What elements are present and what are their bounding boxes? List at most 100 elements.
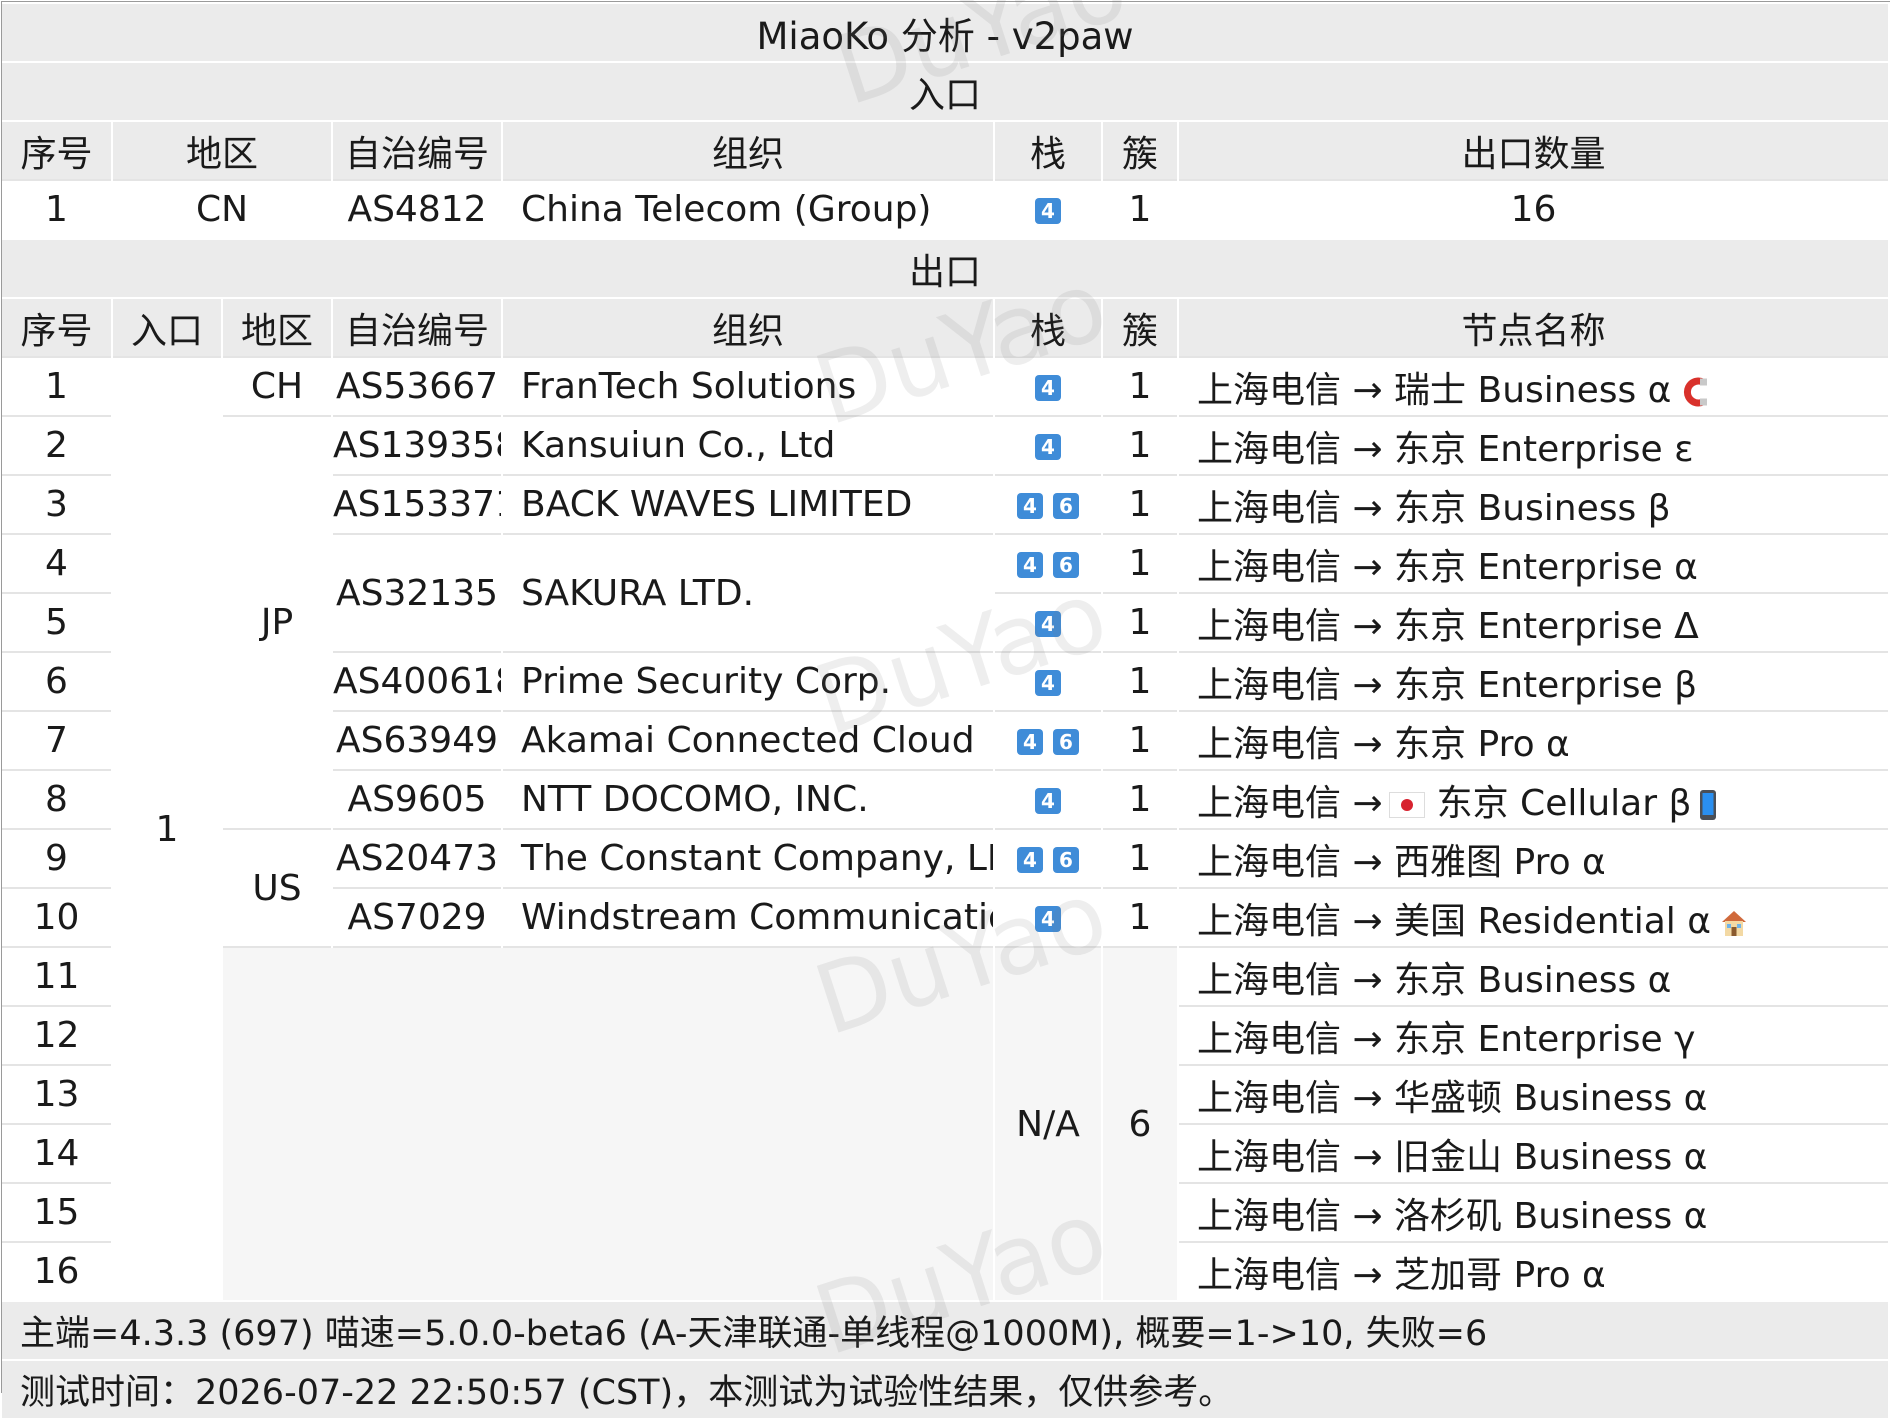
exit-node: 上海电信 → 华盛顿 Business α [1178, 1064, 1891, 1124]
exit-idx: 13 [2, 1064, 113, 1124]
exit-header-stack: 栈 [994, 297, 1103, 357]
exit-idx: 5 [2, 592, 113, 652]
exit-cluster: 1 [1102, 356, 1179, 416]
exit-header-idx: 序号 [2, 297, 113, 357]
entry-header-idx: 序号 [2, 120, 113, 180]
page-title: MiaoKo 分析 - v2paw [2, 2, 1891, 62]
exit-header-region: 地区 [222, 297, 333, 357]
exit-asn: AS7029 [332, 887, 503, 947]
ipv4-badge: 4 [1017, 729, 1043, 755]
exit-header-entry: 入口 [112, 297, 223, 357]
exit-org: BACK WAVES LIMITED [502, 474, 995, 534]
ipv4-badge: 4 [1035, 788, 1061, 814]
exit-org: Kansuiun Co., Ltd [502, 415, 995, 475]
exit-idx: 8 [2, 769, 113, 829]
exit-stack: 46 [994, 828, 1103, 888]
ipv4-badge: 4 [1035, 670, 1061, 696]
entry-header-org: 组织 [502, 120, 995, 180]
entry-region: CN [112, 179, 333, 239]
magnet-icon [1684, 377, 1708, 406]
ip-stack-badges: 46 [1017, 552, 1079, 578]
exit-node: 上海电信 → 洛杉矶 Business α [1178, 1182, 1891, 1242]
ip-stack-badges: 4 [1035, 198, 1061, 224]
exit-asn: AS63949 [332, 710, 503, 770]
entry-header-exit-count: 出口数量 [1178, 120, 1891, 180]
entry-org: China Telecom (Group) [502, 179, 995, 239]
exit-cluster: 1 [1102, 415, 1179, 475]
exit-row: 2 JP AS139358 Kansuiun Co., Ltd 4 1 上海电信… [2, 415, 1891, 829]
ipv4-badge: 4 [1017, 847, 1043, 873]
exit-org: Windstream Communications LLC [502, 887, 995, 947]
exit-asn: AS32135 [332, 533, 503, 652]
entry-cluster: 1 [1102, 179, 1179, 239]
exit-stack: 46 [994, 533, 1103, 593]
mobile-phone-icon [1700, 789, 1717, 820]
exit-stack: 4 [994, 887, 1103, 947]
ipv4-badge: 4 [1035, 611, 1061, 637]
japan-flag-icon [1388, 791, 1425, 818]
ipv6-badge: 6 [1053, 552, 1079, 578]
entry-section-title: 入口 [2, 61, 1891, 121]
exit-region-ch: CH [222, 356, 333, 416]
exit-row: 11 N/A 6 上海电信 → 东京 Business α [2, 946, 1891, 1301]
ip-stack-badges: 4 [1035, 611, 1061, 637]
ipv4-badge: 4 [1017, 552, 1043, 578]
exit-stack: 4 [994, 415, 1103, 475]
exit-region-us: US [222, 828, 333, 947]
failed-stack: N/A [994, 946, 1103, 1301]
exit-node: 上海电信 → 东京 Enterprise Δ [1178, 592, 1891, 652]
report-table: MiaoKo 分析 - v2paw 入口 序号 地区 自治编号 组织 栈 簇 出… [1, 0, 1891, 1418]
entry-header-stack: 栈 [994, 120, 1103, 180]
ip-stack-badges: 4 [1035, 788, 1061, 814]
exit-node: 上海电信 → 东京 Enterprise α [1178, 533, 1891, 593]
exit-row: 9 US AS20473 The Constant Company, LLC 4… [2, 828, 1891, 947]
exit-stack: 4 [994, 356, 1103, 416]
exit-stack: 4 [994, 592, 1103, 652]
ip-stack-badges: 4 [1035, 906, 1061, 932]
entry-exit-count: 16 [1178, 179, 1891, 239]
exit-node: 上海电信 → 东京 Enterprise β [1178, 651, 1891, 711]
exit-cluster: 1 [1102, 769, 1179, 829]
exit-org: FranTech Solutions [502, 356, 995, 416]
ipv6-badge: 6 [1053, 729, 1079, 755]
exit-cluster: 1 [1102, 592, 1179, 652]
exit-node: 上海电信 → 东京 Cellular β [1178, 769, 1891, 829]
exit-header-org: 组织 [502, 297, 995, 357]
entry-header-asn: 自治编号 [332, 120, 503, 180]
entry-header-cluster: 簇 [1102, 120, 1179, 180]
failed-blank-cell [222, 946, 995, 1301]
ip-stack-badges: 4 [1035, 375, 1061, 401]
exit-entry: 1 [112, 356, 223, 1301]
ipv4-badge: 4 [1035, 198, 1061, 224]
exit-node: 上海电信 → 东京 Enterprise γ [1178, 1005, 1891, 1065]
exit-node: 上海电信 → 东京 Business α [1178, 946, 1891, 1006]
exit-node: 上海电信 → 东京 Pro α [1178, 710, 1891, 770]
exit-org: Prime Security Corp. [502, 651, 995, 711]
failed-cluster: 6 [1102, 946, 1179, 1301]
ipv4-badge: 4 [1017, 493, 1043, 519]
node-name: 上海电信 → 瑞士 Business α [1197, 369, 1672, 411]
exit-header-cluster: 簇 [1102, 297, 1179, 357]
exit-idx: 15 [2, 1182, 113, 1242]
ip-stack-badges: 4 [1035, 670, 1061, 696]
exit-idx: 7 [2, 710, 113, 770]
exit-idx: 16 [2, 1241, 113, 1301]
exit-asn: AS20473 [332, 828, 503, 888]
exit-cluster: 1 [1102, 887, 1179, 947]
ipv4-badge: 4 [1035, 434, 1061, 460]
entry-asn: AS4812 [332, 179, 503, 239]
ip-stack-badges: 46 [1017, 729, 1079, 755]
exit-row: 1 1 CH AS53667 FranTech Solutions 4 1 上海… [2, 356, 1891, 1301]
footer-test-time: 测试时间：2026-07-22 22:50:57 (CST)，本测试为试验性结果… [2, 1359, 1891, 1418]
exit-asn: AS53667 [332, 356, 503, 416]
exit-idx: 3 [2, 474, 113, 534]
exit-org: NTT DOCOMO, INC. [502, 769, 995, 829]
node-name-suffix: 东京 Cellular β [1436, 782, 1692, 824]
house-icon [1721, 910, 1746, 936]
entry-stack: 4 [994, 179, 1103, 239]
exit-node: 上海电信 → 旧金山 Business α [1178, 1123, 1891, 1183]
entry-idx: 1 [2, 179, 113, 239]
exit-cluster: 1 [1102, 710, 1179, 770]
exit-org: The Constant Company, LLC [502, 828, 995, 888]
ip-stack-badges: 4 [1035, 434, 1061, 460]
